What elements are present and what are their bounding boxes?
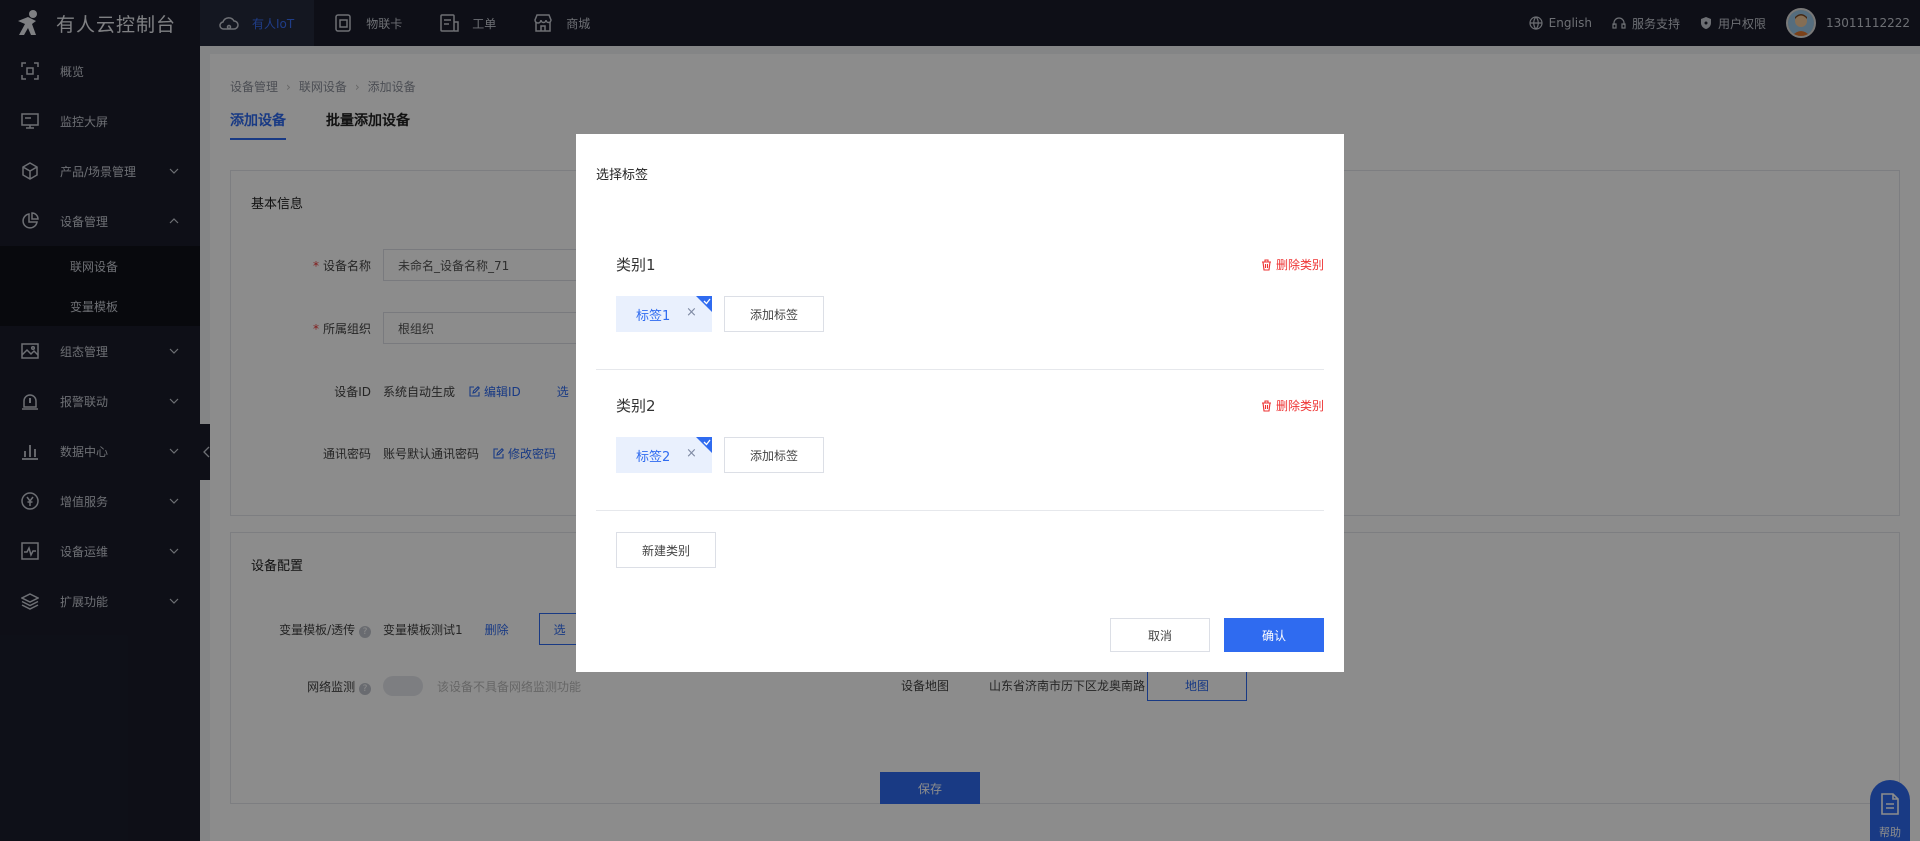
category-block: 类别1 删除类别 标签1 × 添加标签 [596, 254, 1324, 354]
tag-label: 标签1 [636, 308, 671, 324]
cancel-button[interactable]: 取消 [1110, 618, 1210, 652]
add-tag-button[interactable]: 添加标签 [724, 296, 824, 332]
add-tag-button[interactable]: 添加标签 [724, 437, 824, 473]
dialog-title: 选择标签 [596, 168, 649, 183]
tag-list: 标签1 × 添加标签 [616, 296, 824, 332]
trash-icon [1261, 399, 1271, 412]
check-corner-icon [696, 437, 712, 453]
category-name: 类别1 [616, 256, 656, 274]
check-corner-icon [696, 296, 712, 312]
divider [596, 510, 1324, 511]
trash-icon [1261, 258, 1271, 271]
tag-chip[interactable]: 标签2 × [616, 437, 712, 473]
delete-category-link[interactable]: 删除类别 [1261, 256, 1324, 273]
tag-label: 标签2 [636, 449, 671, 465]
delete-category-link[interactable]: 删除类别 [1261, 397, 1324, 414]
tag-chip[interactable]: 标签1 × [616, 296, 712, 332]
category-name: 类别2 [616, 397, 656, 415]
select-tag-dialog: 选择标签 类别1 删除类别 标签1 × 添加标签 类别2 删除类别 标签2 × [576, 134, 1344, 672]
category-block: 类别2 删除类别 标签2 × 添加标签 [596, 395, 1324, 495]
new-category-button[interactable]: 新建类别 [616, 532, 716, 568]
confirm-button[interactable]: 确认 [1224, 618, 1324, 652]
tag-list: 标签2 × 添加标签 [616, 437, 824, 473]
divider [596, 369, 1324, 370]
